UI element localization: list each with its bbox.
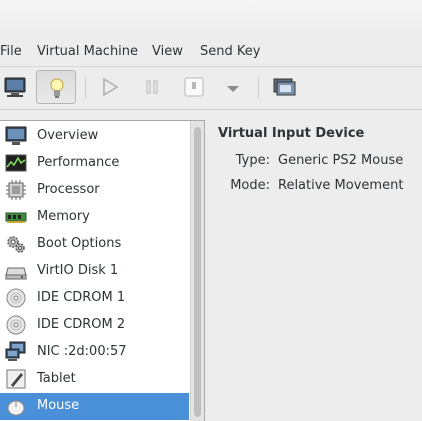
type-label: Type: [235,153,270,168]
pause-icon[interactable] [132,70,172,104]
hardware-item-virtio-disk[interactable]: VirtIO Disk 1 [0,258,189,285]
overview-monitor-icon [5,125,27,147]
memory-module-icon [5,206,27,228]
details-title: Virtual Input Device [218,126,365,141]
performance-graph-icon [5,152,27,174]
play-icon[interactable] [90,70,130,104]
cdrom-icon [5,287,27,309]
hardware-item-performance[interactable]: Performance [0,150,189,177]
processor-chip-icon [5,179,27,201]
snapshots-icon[interactable] [264,70,304,104]
boot-gears-icon [5,233,27,255]
hardware-list: Overview Performance Processor Memory Bo… [0,120,205,421]
type-value: Generic PS2 Mouse [278,153,404,168]
hardware-item-memory[interactable]: Memory [0,204,189,231]
hardware-item-label: IDE CDROM 2 [37,317,126,332]
hardware-item-label: Memory [37,209,90,224]
toolbar-separator [85,76,86,98]
hardware-item-cdrom-1[interactable]: IDE CDROM 1 [0,285,189,312]
hardware-item-tablet[interactable]: Tablet [0,366,189,393]
hardware-item-processor[interactable]: Processor [0,177,189,204]
hardware-list-scrollbar[interactable] [190,121,204,421]
dropdown-arrow-icon[interactable] [213,70,253,104]
hardware-item-label: VirtIO Disk 1 [37,263,119,278]
toolbar-separator [258,76,259,98]
toolbar [0,67,422,110]
hard-disk-icon [5,260,27,282]
menu-virtual-machine[interactable]: Virtual Machine [37,44,138,59]
hardware-item-label: Overview [37,128,99,143]
cdrom-icon [5,314,27,336]
hardware-item-label: NIC :2d:00:57 [37,344,127,359]
menu-file[interactable]: File [0,44,22,59]
hardware-item-label: Mouse [37,398,80,413]
menu-send-key[interactable]: Send Key [200,44,260,59]
tablet-icon [5,368,27,390]
menu-bar: File Virtual Machine View Send Key [0,38,422,67]
mouse-icon [5,395,27,417]
hardware-item-label: Performance [37,155,120,170]
hardware-item-cdrom-2[interactable]: IDE CDROM 2 [0,312,189,339]
hardware-item-boot-options[interactable]: Boot Options [0,231,189,258]
scrollbar-thumb[interactable] [194,127,201,417]
hardware-item-overview[interactable]: Overview [0,123,189,150]
network-icon [5,341,27,363]
hardware-item-label: IDE CDROM 1 [37,290,126,305]
console-monitor-icon[interactable] [0,70,35,104]
menu-view[interactable]: View [152,44,183,59]
hardware-item-label: Processor [37,182,100,197]
power-icon[interactable] [174,70,214,104]
hardware-item-label: Boot Options [37,236,122,251]
window-titlebar [0,0,422,38]
lightbulb-icon[interactable] [36,70,76,104]
mode-value: Relative Movement [278,178,404,193]
hardware-item-label: Tablet [37,371,76,386]
hardware-item-nic[interactable]: NIC :2d:00:57 [0,339,189,366]
mode-label: Mode: [230,178,270,193]
